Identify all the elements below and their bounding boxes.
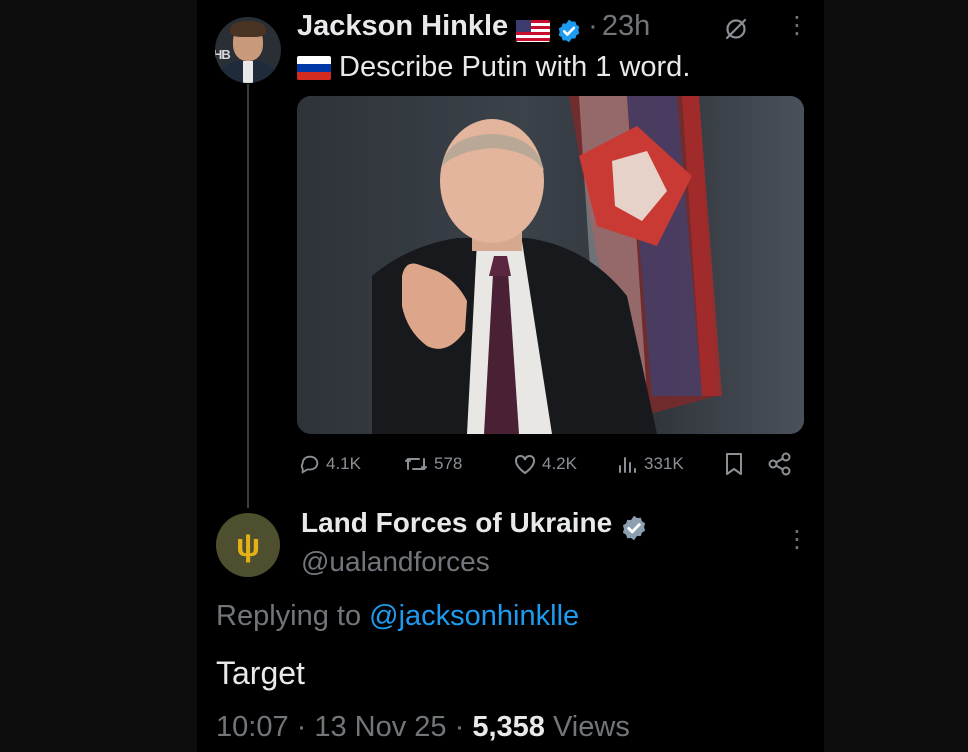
thread-connector-line (247, 84, 249, 508)
views-count: 331K (644, 454, 684, 473)
reply-author-avatar[interactable]: ψ (216, 513, 280, 577)
more-icon[interactable]: ⋮ (785, 14, 809, 38)
reply-author-name[interactable]: Land Forces of Ukraine (301, 507, 612, 538)
reply-header: Land Forces of Ukraine (301, 507, 648, 542)
views-action[interactable]: 331K (617, 453, 684, 475)
repost-action[interactable]: 578 (403, 453, 462, 475)
like-icon (515, 454, 535, 475)
reply-more-icon[interactable]: ⋮ (785, 528, 809, 552)
tweet-meta: 10:07 · 13 Nov 25 · 5,358 Views (216, 711, 630, 743)
photo-illustration (297, 96, 804, 434)
tweet-date[interactable]: 13 Nov 25 (314, 711, 446, 743)
russia-flag-icon (297, 56, 331, 81)
grok-icon[interactable] (723, 16, 749, 42)
views-icon (619, 457, 636, 473)
author-name[interactable]: Jackson Hinkle (297, 10, 508, 42)
time-ago[interactable]: 23h (602, 10, 650, 42)
us-flag-icon (516, 19, 551, 42)
avatar-initials: HB (215, 47, 231, 62)
tweet-photo[interactable] (297, 96, 804, 434)
replying-prefix: Replying to (216, 600, 362, 632)
reply-handle[interactable]: @ualandforces (301, 546, 490, 578)
tweet-text-row: Describe Putin with 1 word. (297, 51, 690, 84)
like-action[interactable]: 4.2K (513, 453, 577, 475)
repost-icon (405, 458, 427, 470)
tweet-views-label: Views (552, 711, 630, 743)
avatar-shirt (243, 61, 253, 83)
reply-action[interactable]: 4.1K (299, 453, 361, 475)
repost-count: 578 (434, 454, 463, 473)
tweet-time[interactable]: 10:07 (216, 711, 289, 743)
tweet-header: Jackson Hinkle · 23h (297, 10, 650, 44)
reply-verified-badge-icon (623, 515, 646, 541)
reply-icon (300, 455, 319, 474)
replying-handle-link[interactable]: @jacksonhinklle (369, 600, 579, 632)
like-count: 4.2K (542, 454, 577, 473)
share-icon[interactable] (767, 451, 793, 477)
tweet-views-count: 5,358 (472, 711, 545, 743)
avatar-hair (230, 21, 266, 37)
trident-icon: ψ (235, 527, 261, 563)
verified-badge-icon (558, 19, 580, 43)
replying-to: Replying to @jacksonhinklle (216, 600, 579, 633)
reply-text: Target (216, 655, 305, 691)
author-avatar[interactable]: HB (215, 17, 281, 83)
tweet-text: Describe Putin with 1 word. (339, 51, 691, 83)
reply-count: 4.1K (326, 454, 361, 473)
dot-separator: · (588, 10, 598, 42)
bookmark-icon[interactable] (724, 452, 744, 476)
